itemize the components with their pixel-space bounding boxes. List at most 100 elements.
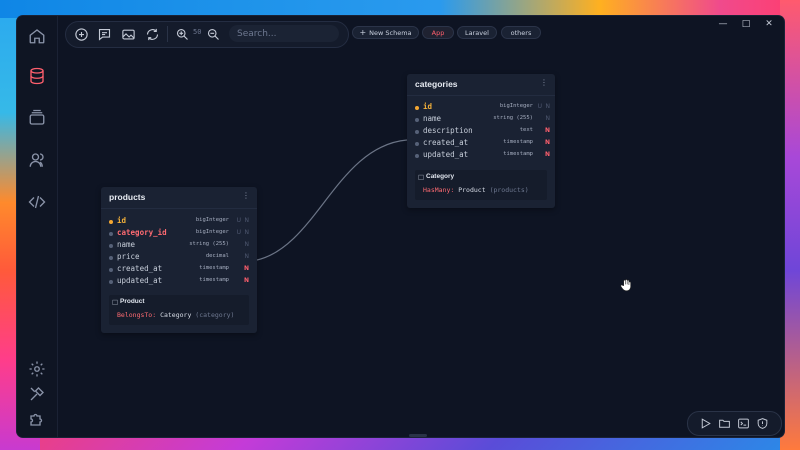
- column-type: bigInteger: [195, 229, 229, 235]
- tools-icon[interactable]: [27, 384, 47, 404]
- nullable-flag[interactable]: N: [245, 217, 250, 224]
- column-row[interactable]: id bigInteger U N: [101, 216, 257, 228]
- schema-tab-others[interactable]: others: [501, 26, 541, 39]
- nullable-flag[interactable]: N: [546, 115, 551, 122]
- minimize-icon[interactable]: —: [717, 18, 729, 30]
- relationship-line: [256, 139, 408, 261]
- column-row[interactable]: id bigInteger U N: [407, 102, 555, 114]
- zoom-in-icon[interactable]: [174, 26, 190, 42]
- table-header[interactable]: products ⋮: [101, 187, 257, 209]
- column-name: updated_at: [117, 276, 163, 285]
- column-row[interactable]: created_at timestamp N: [407, 138, 555, 150]
- relation-kind: BelongsTo:: [117, 311, 157, 319]
- image-icon[interactable]: [120, 26, 136, 42]
- app-window: 50 + New Schema App Laravel others — □ ✕…: [17, 16, 784, 437]
- gear-icon[interactable]: [27, 359, 47, 379]
- toolbar-divider: [167, 26, 168, 42]
- nullable-flag[interactable]: N: [545, 127, 550, 134]
- column-type: timestamp: [503, 139, 533, 145]
- folder-icon[interactable]: [717, 416, 731, 430]
- column-name: name: [117, 240, 136, 249]
- table-card-products[interactable]: products ⋮ id bigInteger U N category_id…: [101, 187, 257, 333]
- puzzle-icon[interactable]: [27, 409, 47, 429]
- key-icon: [109, 220, 113, 224]
- relation-target: Category: [160, 311, 192, 319]
- nullable-flag[interactable]: N: [245, 241, 250, 248]
- relation-box[interactable]: □ Category HasMany: Product (products): [415, 170, 547, 200]
- document-icon: □: [112, 298, 119, 306]
- column-name: category_id: [117, 228, 167, 237]
- layers-icon[interactable]: [27, 108, 47, 128]
- column-row[interactable]: price decimal N: [101, 252, 257, 264]
- nullable-flag[interactable]: N: [546, 103, 551, 110]
- zoom-level: 50: [193, 28, 202, 36]
- column-dot-icon: [415, 118, 419, 122]
- column-name: id: [117, 216, 127, 225]
- code-icon[interactable]: [27, 192, 47, 212]
- schema-tab-label: others: [510, 28, 532, 37]
- more-icon[interactable]: ⋮: [242, 191, 250, 200]
- column-row[interactable]: name string (255) N: [407, 114, 555, 126]
- column-dot-icon: [415, 130, 419, 134]
- nullable-flag[interactable]: N: [245, 253, 250, 260]
- column-name: id: [423, 102, 433, 111]
- relation-box[interactable]: □ Product BelongsTo: Category (category): [109, 295, 249, 325]
- users-icon[interactable]: [27, 150, 47, 170]
- unsigned-flag[interactable]: U: [237, 217, 241, 224]
- terminal-icon[interactable]: [736, 416, 750, 430]
- close-icon[interactable]: ✕: [763, 18, 775, 30]
- key-icon: [415, 106, 419, 110]
- column-row[interactable]: updated_at timestamp N: [101, 276, 257, 288]
- relation-line: BelongsTo: Category (category): [117, 311, 234, 319]
- column-name: description: [423, 126, 473, 135]
- more-icon[interactable]: ⋮: [540, 78, 548, 87]
- database-icon[interactable]: [27, 66, 47, 86]
- column-row[interactable]: name string (255) N: [101, 240, 257, 252]
- new-schema-button[interactable]: + New Schema: [352, 26, 419, 39]
- bottom-actions: [687, 411, 782, 436]
- shield-icon[interactable]: [755, 416, 769, 430]
- nullable-flag[interactable]: N: [545, 139, 550, 146]
- column-type: string (255): [493, 115, 533, 121]
- relation-kind: HasMany:: [423, 186, 455, 194]
- bottom-handle[interactable]: [409, 434, 427, 437]
- column-row[interactable]: updated_at timestamp N: [407, 150, 555, 162]
- column-row[interactable]: created_at timestamp N: [101, 264, 257, 276]
- table-title: products: [109, 192, 146, 202]
- table-header[interactable]: categories ⋮: [407, 74, 555, 96]
- schema-tab-label: Laravel: [465, 28, 489, 37]
- schema-tab-app[interactable]: App: [422, 26, 454, 39]
- column-dot-icon: [415, 142, 419, 146]
- schema-tab-laravel[interactable]: Laravel: [457, 26, 497, 39]
- new-schema-label: New Schema: [369, 28, 412, 37]
- nullable-flag[interactable]: N: [244, 265, 249, 272]
- comment-icon[interactable]: [96, 26, 112, 42]
- column-type: timestamp: [503, 151, 533, 157]
- column-row[interactable]: description text N: [407, 126, 555, 138]
- toolbar: 50: [65, 21, 349, 48]
- zoom-out-icon[interactable]: [205, 26, 221, 42]
- search-input[interactable]: [229, 25, 339, 42]
- column-dot-icon: [415, 154, 419, 158]
- column-dot-icon: [109, 232, 113, 236]
- play-icon[interactable]: [698, 416, 712, 430]
- home-icon[interactable]: [27, 26, 47, 46]
- sidebar: [17, 16, 58, 437]
- unsigned-flag[interactable]: U: [237, 229, 241, 236]
- plus-icon: +: [359, 28, 367, 37]
- column-dot-icon: [109, 256, 113, 260]
- column-name: name: [423, 114, 442, 123]
- nullable-flag[interactable]: N: [545, 151, 550, 158]
- refresh-icon[interactable]: [144, 26, 160, 42]
- column-name: updated_at: [423, 150, 469, 159]
- maximize-icon[interactable]: □: [740, 18, 752, 30]
- nullable-flag[interactable]: N: [244, 277, 249, 284]
- unsigned-flag[interactable]: U: [538, 103, 542, 110]
- nullable-flag[interactable]: N: [245, 229, 250, 236]
- relation-arg: (category): [195, 311, 235, 319]
- column-row[interactable]: category_id bigInteger U N: [101, 228, 257, 240]
- column-type: bigInteger: [499, 103, 533, 109]
- column-dot-icon: [109, 268, 113, 272]
- add-icon[interactable]: [73, 26, 89, 42]
- table-card-categories[interactable]: categories ⋮ id bigInteger U N name stri…: [407, 74, 555, 208]
